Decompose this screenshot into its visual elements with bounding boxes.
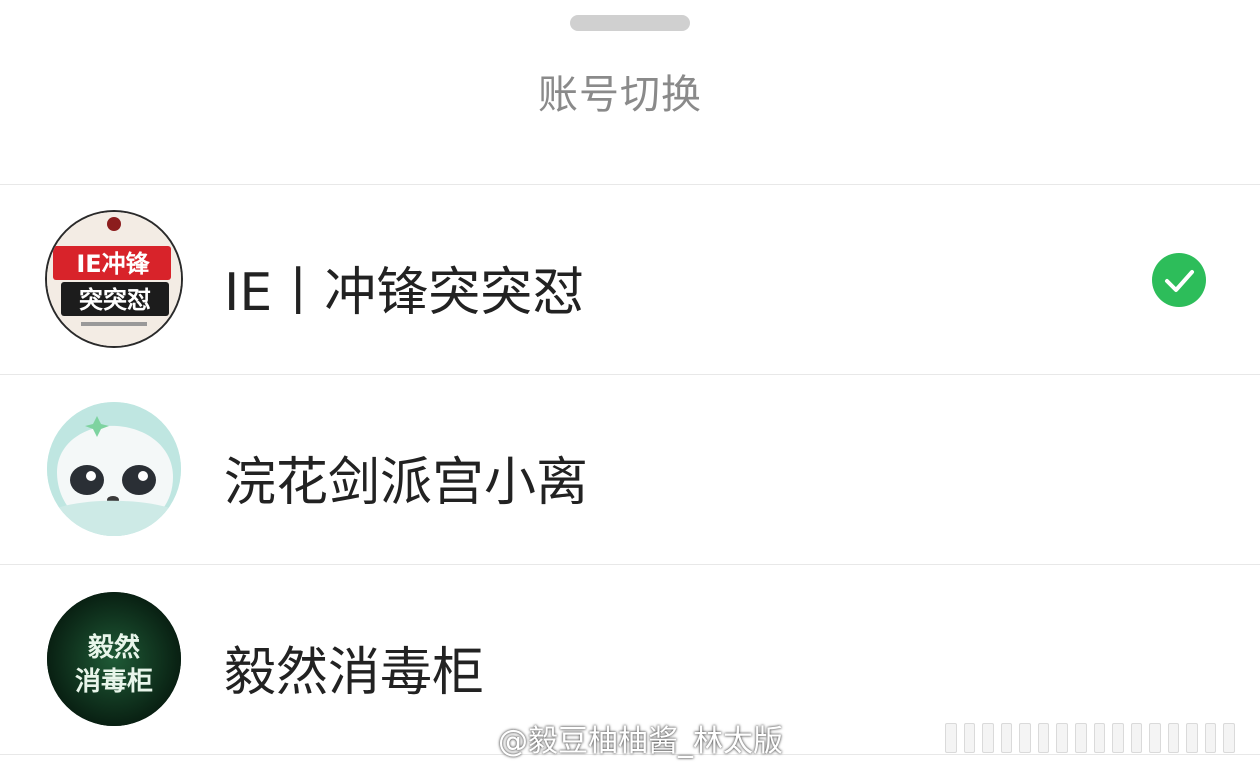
avatar-art: 毅然 消毒柜: [47, 592, 181, 726]
avatar-art: IE冲锋 突突怼: [47, 212, 181, 346]
ie-team-logo-icon: IE冲锋 突突怼: [47, 212, 181, 346]
weibo-logo-icon: [447, 725, 490, 754]
avatar-text-top: IE冲锋: [76, 250, 150, 278]
account-switch-sheet: 账号切换 IE冲锋 突突怼 IE丨冲锋突突怼 浣花剑派宫小离 毅然 消毒柜 毅然…: [0, 0, 1260, 770]
scan-artifact: [945, 722, 1235, 754]
watermark: @毅豆柚柚酱_林太版: [446, 718, 783, 759]
selected-check-icon: [1152, 253, 1206, 307]
sheet-title: 账号切换: [538, 72, 702, 118]
account-row-1[interactable]: IE冲锋 突突怼 IE丨冲锋突突怼: [0, 185, 1260, 374]
drag-handle[interactable]: [570, 15, 690, 31]
green-text-logo-icon: 毅然 消毒柜: [47, 592, 181, 726]
avatar-text-top: 毅然: [87, 632, 140, 663]
panda-cartoon-icon: [47, 402, 181, 536]
avatar-text-bottom: 突突怼: [79, 286, 151, 314]
account-name: 毅然消毒柜: [224, 643, 485, 703]
watermark-text: @毅豆柚柚酱_林太版: [498, 724, 783, 759]
account-name: IE丨冲锋突突怼: [224, 263, 585, 323]
avatar-text-bottom: 消毒柜: [75, 667, 153, 697]
account-name: 浣花剑派宫小离: [224, 453, 589, 513]
account-row-2[interactable]: 浣花剑派宫小离: [0, 375, 1260, 564]
avatar-art: [47, 402, 181, 536]
